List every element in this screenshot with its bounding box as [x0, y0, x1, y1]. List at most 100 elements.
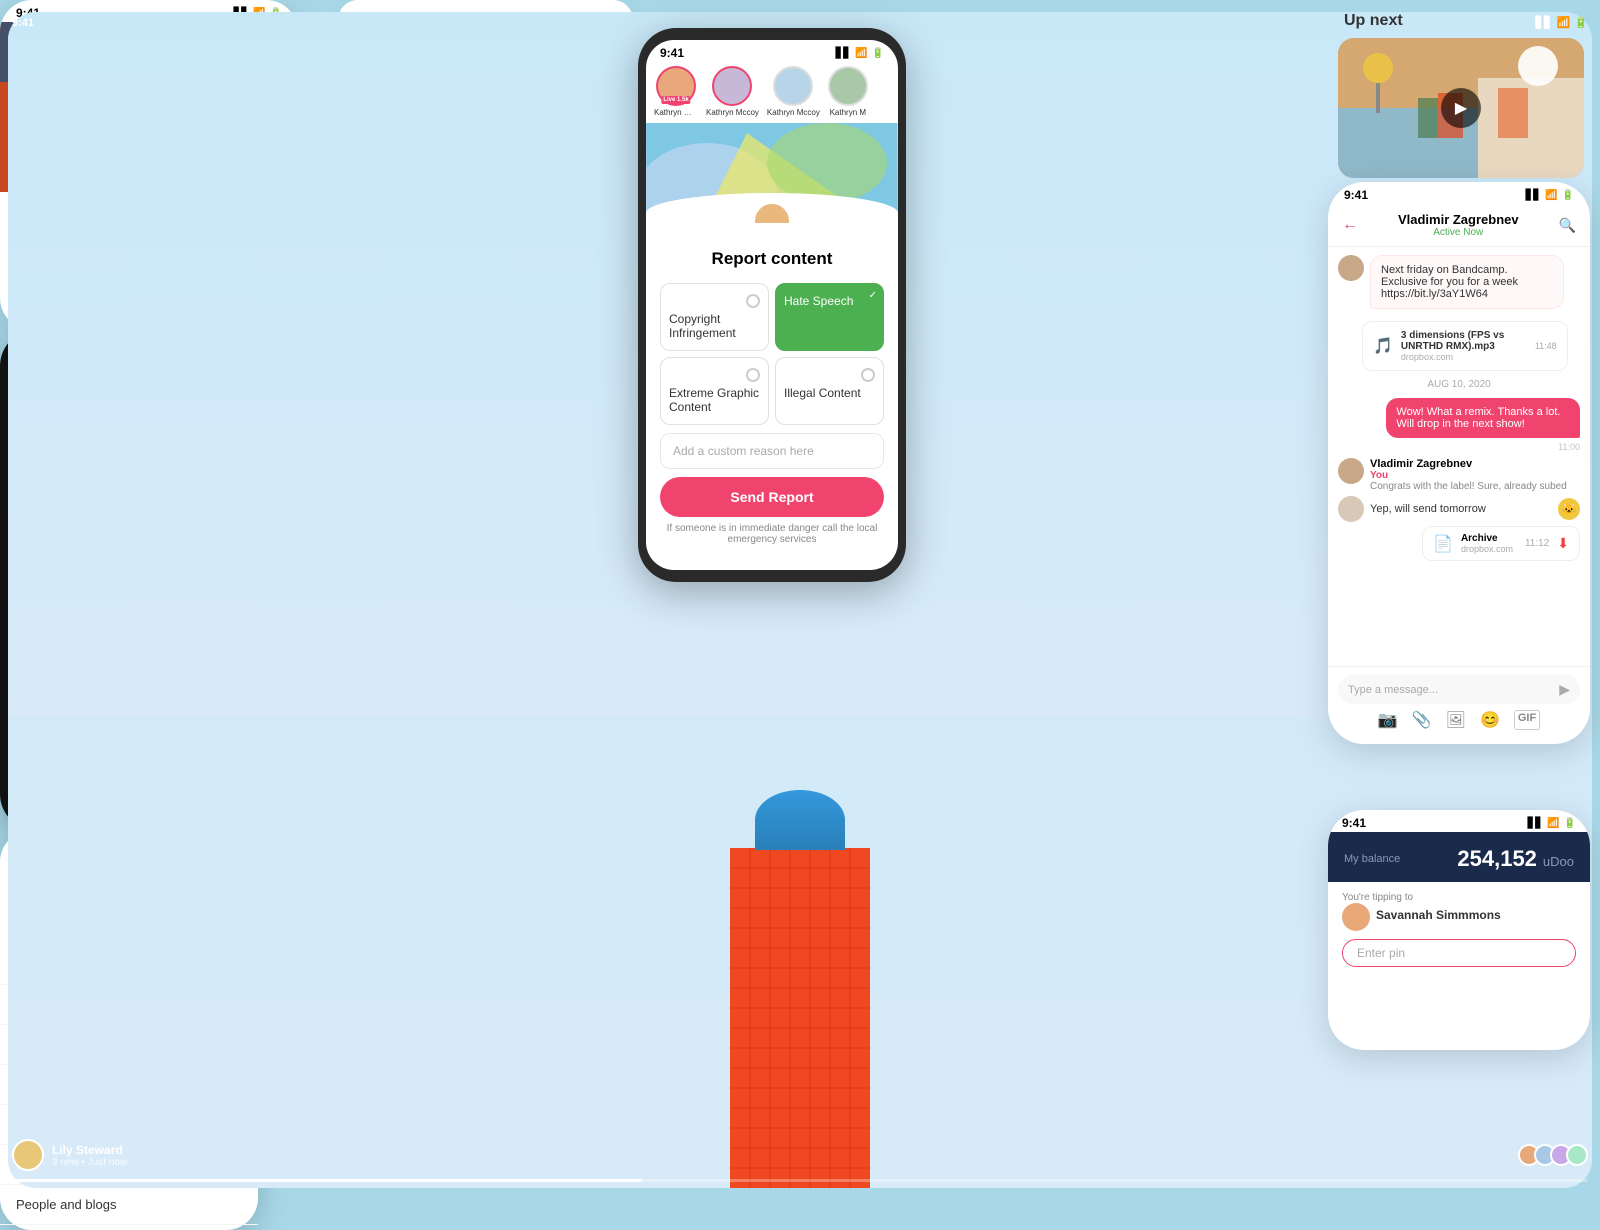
report-title: Report content: [660, 249, 884, 269]
rp-live-badge: Live 1.5k: [661, 96, 690, 104]
chat-archive-card[interactable]: 📄 Archive dropbox.com 11:12 ⬇: [1422, 526, 1580, 561]
report-phone: 9:41 ▋▋ 📶 🔋 Live 1.5k Kathryn Mccoy K: [638, 28, 906, 582]
rp-story-0[interactable]: Live 1.5k Kathryn Mccoy: [654, 66, 698, 117]
chat-search-icon[interactable]: 🔍: [1559, 217, 1576, 234]
send-report-button[interactable]: Send Report: [660, 477, 884, 517]
chat-avatar-3: [1338, 496, 1364, 522]
chat-outgoing-wrapper: Wow! What a remix. Thanks a lot. Will dr…: [1338, 398, 1580, 452]
time-payment: 9:41: [1342, 816, 1366, 830]
rp-story-3[interactable]: Kathryn M: [828, 66, 868, 117]
status-bar-payment: 9:41 ▋▋ 📶 🔋: [1328, 810, 1590, 832]
chat-user-status: Active Now: [1366, 227, 1551, 238]
audio-wave-icon: 🎵: [1373, 336, 1393, 356]
rp-story-name-0: Kathryn Mccoy: [654, 108, 698, 117]
pin-input-field[interactable]: Enter pin: [1342, 939, 1576, 967]
chat-messages: Next friday on Bandcamp. Exclusive for y…: [1328, 247, 1590, 573]
rp-story-avatar-2: [773, 66, 813, 106]
payment-amount-section: 254,152 uDoo: [1457, 846, 1574, 872]
audio-sub: dropbox.com: [1401, 352, 1527, 362]
signal-icon-p: ▋▋: [1528, 818, 1543, 829]
option-illegal[interactable]: Illegal Content: [775, 357, 884, 425]
chat-input-row: Type a message... ▶: [1338, 675, 1580, 704]
time-chat: 9:41: [1344, 188, 1368, 202]
option-hate-speech[interactable]: ✓ Hate Speech: [775, 283, 884, 351]
upnext-thumb[interactable]: ▶: [1338, 38, 1584, 178]
report-phone-outer: 9:41 ▋▋ 📶 🔋 Live 1.5k Kathryn Mccoy K: [638, 28, 906, 582]
chat-incoming-1: Next friday on Bandcamp. Exclusive for y…: [1338, 255, 1580, 315]
upnext-play-btn[interactable]: ▶: [1441, 88, 1481, 128]
chat-sender-name: Vladimir Zagrebnev: [1370, 458, 1567, 470]
option-radio-illegal: [861, 368, 875, 382]
emoji-icon: 🐱: [1558, 498, 1580, 520]
wifi-icon-ch: 📶: [1545, 190, 1557, 201]
status-bar-report: 9:41 ▋▋ 📶 🔋: [646, 40, 898, 62]
payment-bottom-section: You're tipping to Savannah Simmmons Ente…: [1328, 882, 1590, 977]
chat-avatar-2: [1338, 458, 1364, 484]
tipping-row: Savannah Simmmons: [1342, 903, 1576, 931]
rp-story-1[interactable]: Kathryn Mccoy: [706, 66, 759, 117]
chat-user-name: Vladimir Zagrebnev: [1366, 212, 1551, 227]
signal-icons-chat: ▋▋ 📶 🔋: [1526, 190, 1574, 201]
phone-chat: 9:41 ▋▋ 📶 🔋 ← Vladimir Zagrebnev Active …: [1328, 182, 1590, 744]
phone-building: 9:41 ▋▋ 📶 🔋: [0, 330, 250, 830]
send-icon[interactable]: ▶: [1559, 681, 1570, 698]
report-phone-inner: 9:41 ▋▋ 📶 🔋 Live 1.5k Kathryn Mccoy K: [646, 40, 898, 570]
chat-audio-card[interactable]: 🎵 3 dimensions (FPS vs UNRTHD RMX).mp3 d…: [1362, 321, 1568, 371]
payment-top-section: My balance 254,152 uDoo: [1328, 832, 1590, 882]
wifi-icon-p: 📶: [1547, 818, 1559, 829]
cat-item-people[interactable]: People and blogs: [0, 1185, 258, 1225]
camera-icon[interactable]: 📷: [1378, 710, 1398, 730]
chat-reply-row: Yep, will send tomorrow 🐱: [1338, 496, 1580, 522]
emoji-keyboard-icon[interactable]: 😊: [1480, 710, 1500, 730]
chat-action-icons: 📷 📎 🖼 😊 GIF: [1338, 710, 1580, 730]
tipping-to: Savannah Simmmons: [1376, 908, 1501, 922]
signal-icons-report: ▋▋ 📶 🔋: [836, 48, 884, 59]
option-label-illegal: Illegal Content: [784, 386, 875, 400]
sky-bg: [8, 330, 250, 718]
archive-title: Archive: [1461, 533, 1513, 544]
gif-icon[interactable]: GIF: [1514, 710, 1540, 730]
chat-msg-preview: Congrats with the label! Sure, already s…: [1370, 481, 1567, 492]
chat-reply-text: Yep, will send tomorrow: [1370, 503, 1486, 515]
rp-story-name-2: Kathryn Mccoy: [767, 108, 820, 117]
balance-label: My balance: [1344, 853, 1400, 865]
audio-info: 3 dimensions (FPS vs UNRTHD RMX).mp3 dro…: [1401, 330, 1527, 362]
option-radio-graphic: [746, 368, 760, 382]
signal-icons-payment: ▋▋ 📶 🔋: [1528, 818, 1576, 829]
time-report: 9:41: [660, 46, 684, 60]
audio-title: 3 dimensions (FPS vs UNRTHD RMX).mp3: [1401, 330, 1527, 352]
download-icon[interactable]: ⬇: [1557, 535, 1569, 552]
wifi-icon-r: 📶: [855, 48, 867, 59]
option-copyright[interactable]: Copyright Infringement: [660, 283, 769, 351]
chat-input-field[interactable]: Type a message...: [1348, 684, 1553, 696]
back-button[interactable]: ←: [1342, 216, 1358, 234]
chat-sender-content: Vladimir Zagrebnev You Congrats with the…: [1370, 458, 1567, 492]
report-header-image: [646, 123, 898, 223]
chat-outgoing-msg: Wow! What a remix. Thanks a lot. Will dr…: [1338, 398, 1580, 452]
chat-user-info: Vladimir Zagrebnev Active Now: [1366, 212, 1551, 238]
archive-sub: dropbox.com: [1461, 544, 1513, 554]
archive-time: 11:12: [1525, 538, 1549, 549]
signal-icon-ch: ▋▋: [1526, 190, 1541, 201]
attachment-icon[interactable]: 📎: [1412, 710, 1432, 730]
payment-currency: uDoo: [1543, 854, 1574, 869]
battery-icon-ch: 🔋: [1562, 190, 1574, 201]
option-label-graphic: Extreme Graphic Content: [669, 386, 760, 414]
rp-story-avatar-3: [828, 66, 868, 106]
audio-time: 11:48: [1535, 341, 1557, 351]
rp-story-avatar-0: Live 1.5k: [656, 66, 696, 106]
payment-balance-info: My balance: [1344, 853, 1400, 865]
option-graphic[interactable]: Extreme Graphic Content: [660, 357, 769, 425]
chat-sender-block: Vladimir Zagrebnev You Congrats with the…: [1338, 458, 1580, 492]
rp-story-avatar-1: [712, 66, 752, 106]
option-checkmark: ✓: [869, 290, 877, 301]
gallery-icon[interactable]: 🖼: [1446, 710, 1466, 730]
option-label-hate: Hate Speech: [784, 294, 875, 308]
report-options-grid: Copyright Infringement ✓ Hate Speech Ext…: [660, 283, 884, 425]
you-label-span: You: [1370, 470, 1388, 481]
chat-archive-row: 📄 Archive dropbox.com 11:12 ⬇: [1338, 526, 1580, 561]
rp-story-2[interactable]: Kathryn Mccoy: [767, 66, 820, 117]
archive-icon: 📄: [1433, 534, 1453, 554]
report-custom-input[interactable]: Add a custom reason here: [660, 433, 884, 469]
battery-icon-p: 🔋: [1564, 818, 1576, 829]
